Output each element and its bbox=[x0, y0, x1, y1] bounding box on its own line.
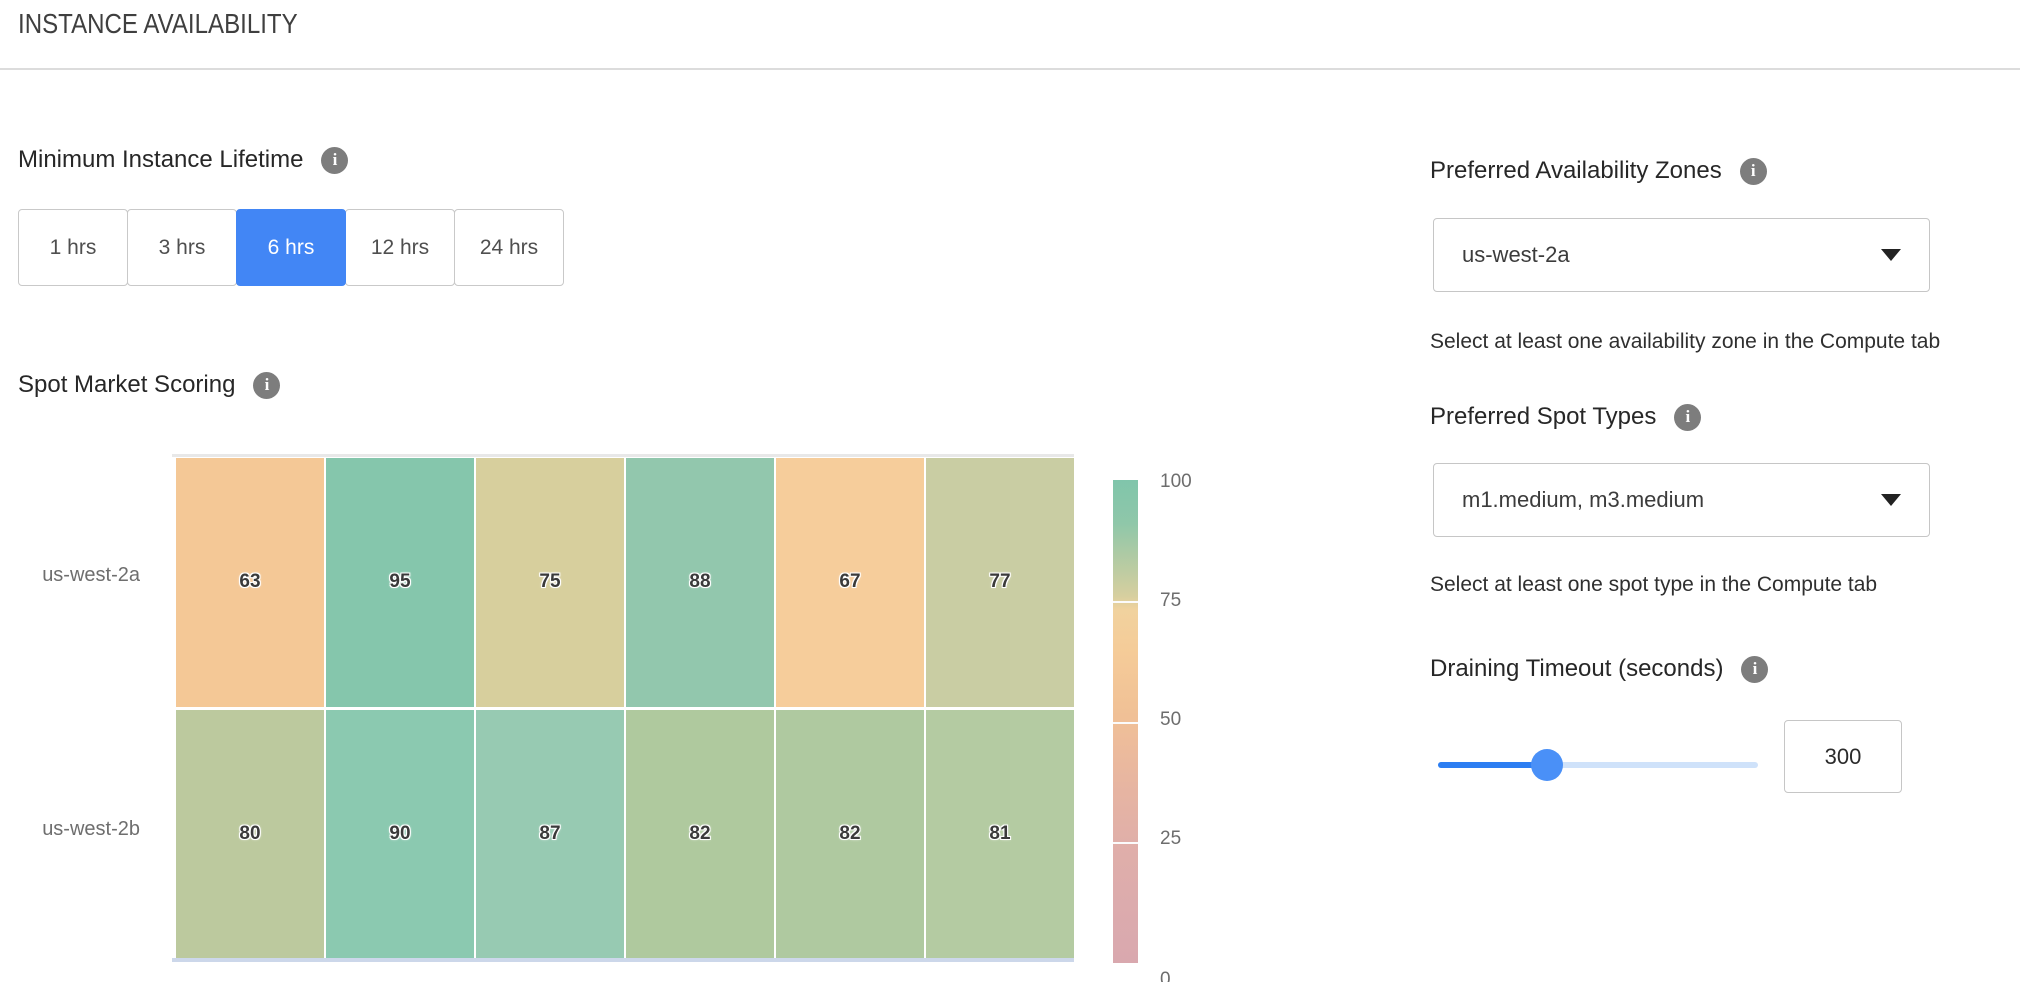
colorbar-separator bbox=[1113, 722, 1138, 724]
heatmap-cell: 75 bbox=[476, 458, 624, 707]
lifetime-option-24hrs[interactable]: 24 hrs bbox=[454, 209, 564, 286]
heatmap-cell: 81 bbox=[926, 710, 1074, 959]
draining-timeout-section: Draining Timeout (seconds) i bbox=[1430, 655, 1768, 683]
preferred-availability-zones-section: Preferred Availability Zones i bbox=[1430, 157, 1767, 185]
heatmap-cell: 82 bbox=[626, 710, 774, 959]
instance-availability-panel: INSTANCE AVAILABILITY Minimum Instance L… bbox=[0, 0, 2020, 982]
availability-zones-dropdown[interactable]: us-west-2a bbox=[1433, 218, 1930, 292]
preferred-availability-zones-label: Preferred Availability Zones bbox=[1430, 157, 1722, 185]
draining-timeout-label: Draining Timeout (seconds) bbox=[1430, 655, 1723, 683]
colorbar-tick: 0 bbox=[1160, 969, 1171, 982]
lifetime-option-6hrs[interactable]: 6 hrs bbox=[236, 209, 346, 286]
colorbar-tick: 75 bbox=[1160, 590, 1181, 612]
colorbar-gradient bbox=[1113, 480, 1138, 963]
header-divider bbox=[0, 68, 2020, 70]
heatmap-row-label: us-west-2a bbox=[0, 564, 140, 587]
info-icon[interactable]: i bbox=[253, 372, 280, 399]
heatmap-cell: 67 bbox=[776, 458, 924, 707]
heatmap-axis-line bbox=[172, 958, 1074, 962]
colorbar-tick: 50 bbox=[1160, 709, 1181, 731]
minimum-instance-lifetime-section: Minimum Instance Lifetime i bbox=[18, 146, 348, 174]
colorbar-tick: 100 bbox=[1160, 471, 1192, 493]
availability-zones-helper: Select at least one availability zone in… bbox=[1430, 330, 1940, 354]
availability-zones-dropdown-value: us-west-2a bbox=[1462, 242, 1881, 268]
heatmap-grid: 639575886777809087828281 bbox=[176, 458, 1074, 958]
info-icon[interactable]: i bbox=[1674, 404, 1701, 431]
preferred-spot-types-section: Preferred Spot Types i bbox=[1430, 403, 1701, 431]
info-icon[interactable]: i bbox=[321, 147, 348, 174]
spot-types-helper: Select at least one spot type in the Com… bbox=[1430, 573, 1877, 597]
heatmap-cell: 63 bbox=[176, 458, 324, 707]
chevron-down-icon bbox=[1881, 249, 1901, 261]
slider-thumb[interactable] bbox=[1531, 749, 1563, 781]
heatmap-row-label: us-west-2b bbox=[0, 818, 140, 841]
heatmap-cell: 82 bbox=[776, 710, 924, 959]
preferred-spot-types-label: Preferred Spot Types bbox=[1430, 403, 1656, 431]
minimum-instance-lifetime-label: Minimum Instance Lifetime bbox=[18, 146, 303, 174]
spot-types-dropdown[interactable]: m1.medium, m3.medium bbox=[1433, 463, 1930, 537]
info-icon[interactable]: i bbox=[1741, 656, 1768, 683]
heatmap-top-border bbox=[172, 454, 1074, 457]
colorbar-tick: 25 bbox=[1160, 828, 1181, 850]
colorbar-separator bbox=[1113, 601, 1138, 603]
lifetime-option-1hrs[interactable]: 1 hrs bbox=[18, 209, 128, 286]
heatmap-cell: 77 bbox=[926, 458, 1074, 707]
spot-market-scoring-section: Spot Market Scoring i bbox=[18, 371, 280, 399]
colorbar-separator bbox=[1113, 842, 1138, 844]
heatmap-cell: 95 bbox=[326, 458, 474, 707]
heatmap-cell: 80 bbox=[176, 710, 324, 959]
lifetime-option-12hrs[interactable]: 12 hrs bbox=[345, 209, 455, 286]
spot-market-scoring-label: Spot Market Scoring bbox=[18, 371, 235, 399]
spot-types-dropdown-value: m1.medium, m3.medium bbox=[1462, 487, 1881, 513]
info-icon[interactable]: i bbox=[1740, 158, 1767, 185]
draining-timeout-slider[interactable] bbox=[1438, 749, 1758, 781]
lifetime-option-3hrs[interactable]: 3 hrs bbox=[127, 209, 237, 286]
heatmap-cell: 88 bbox=[626, 458, 774, 707]
draining-timeout-input[interactable] bbox=[1784, 720, 1902, 793]
chevron-down-icon bbox=[1881, 494, 1901, 506]
heatmap-cell: 87 bbox=[476, 710, 624, 959]
heatmap-row: 639575886777 bbox=[176, 458, 1074, 707]
page-title: INSTANCE AVAILABILITY bbox=[18, 8, 298, 40]
lifetime-button-group: 1 hrs 3 hrs 6 hrs 12 hrs 24 hrs bbox=[18, 209, 564, 286]
heatmap-cell: 90 bbox=[326, 710, 474, 959]
heatmap-row: 809087828281 bbox=[176, 710, 1074, 959]
